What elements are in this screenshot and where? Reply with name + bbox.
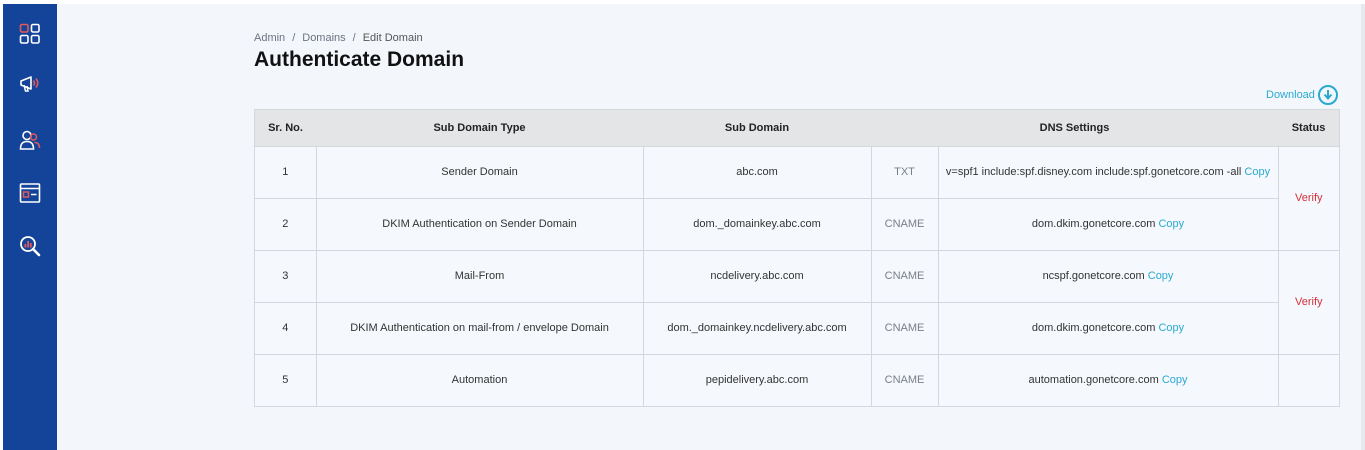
sidebar <box>3 4 57 450</box>
main-content: Admin / Domains / Edit Domain Authenticate D… <box>57 4 1361 450</box>
cell-record-type: CNAME <box>870 249 939 303</box>
cell-record-type: CNAME <box>870 301 939 355</box>
window-icon[interactable] <box>18 181 42 205</box>
verify-button[interactable]: Verify <box>1295 296 1323 308</box>
cell-record-type: CNAME <box>870 197 939 251</box>
dns-value-text: dom.dkim.gonetcore.com <box>1031 218 1156 230</box>
download-circle-icon <box>1317 85 1338 105</box>
header-dns-settings: DNS Settings <box>871 110 1278 146</box>
table-row: 2 DKIM Authentication on Sender Domain d… <box>255 197 1339 251</box>
cell-record-type: CNAME <box>870 353 939 406</box>
header-sr-no: Sr. No. <box>255 110 316 146</box>
copy-button[interactable]: Copy <box>1158 322 1184 334</box>
cell-sub-domain: ncdelivery.abc.com <box>642 249 872 303</box>
cell-dns-value: v=spf1 include:spf.disney.com include:sp… <box>937 145 1279 199</box>
breadcrumb-domains[interactable]: Domains <box>302 32 345 44</box>
cell-sub-domain: dom._domainkey.ncdelivery.abc.com <box>642 301 872 355</box>
users-icon[interactable] <box>18 128 42 152</box>
cell-dns-value: automation.gonetcore.com Copy <box>937 353 1279 406</box>
cell-sub-domain-type: Automation <box>315 353 644 406</box>
right-edge <box>1361 4 1365 450</box>
cell-dns-value: dom.dkim.gonetcore.com Copy <box>937 301 1278 355</box>
table-row: 4 DKIM Authentication on mail-from / env… <box>255 301 1339 355</box>
copy-button[interactable]: Copy <box>1148 270 1174 282</box>
cell-sub-domain-type: DKIM Authentication on mail-from / envel… <box>315 301 644 355</box>
cell-sub-domain: pepidelivery.abc.com <box>642 353 872 406</box>
header-sub-domain: Sub Domain <box>643 110 871 146</box>
breadcrumb-separator: / <box>292 32 296 44</box>
cell-sub-domain-type: Sender Domain <box>315 145 644 199</box>
table-row: 3 Mail-From ncdelivery.abc.com CNAME ncs… <box>255 249 1339 355</box>
breadcrumb-separator: / <box>352 32 356 44</box>
table-header-row: Sr. No. Sub Domain Type Sub Domain DNS S… <box>255 110 1339 146</box>
cell-sub-domain: dom._domainkey.abc.com <box>642 197 872 251</box>
cell-sub-domain-type: Mail-From <box>315 249 644 303</box>
cell-sr-no: 2 <box>255 197 317 251</box>
analytics-search-icon[interactable] <box>18 234 42 258</box>
download-label: Download <box>1266 89 1315 101</box>
download-button[interactable]: Download <box>1266 85 1338 105</box>
dns-value-text: automation.gonetcore.com <box>1028 374 1159 387</box>
dns-value-text: ncspf.gonetcore.com <box>1042 270 1145 282</box>
header-sub-domain-type: Sub Domain Type <box>316 110 643 146</box>
breadcrumb-admin[interactable]: Admin <box>254 32 285 44</box>
table-row: 1 Sender Domain abc.com TXT v=spf1 inclu… <box>255 145 1339 251</box>
cell-sr-no: 4 <box>255 301 317 355</box>
cell-sub-domain: abc.com <box>642 145 872 199</box>
cell-sr-no: 3 <box>255 249 317 303</box>
header-status: Status <box>1278 110 1339 146</box>
dns-value-text: v=spf1 include:spf.disney.com include:sp… <box>945 166 1242 178</box>
cell-status-empty <box>1277 353 1339 406</box>
cell-record-type: TXT <box>870 145 939 199</box>
page-title: Authenticate Domain <box>254 48 465 71</box>
copy-button[interactable]: Copy <box>1158 218 1184 230</box>
cell-status: Verify <box>1277 249 1339 355</box>
megaphone-icon[interactable] <box>18 72 42 96</box>
copy-button[interactable]: Copy <box>1244 166 1270 178</box>
dns-value-text: dom.dkim.gonetcore.com <box>1031 322 1156 334</box>
breadcrumb: Admin / Domains / Edit Domain <box>254 32 423 44</box>
dashboard-icon[interactable] <box>18 22 42 46</box>
breadcrumb-edit-domain: Edit Domain <box>362 32 423 44</box>
cell-dns-value: dom.dkim.gonetcore.com Copy <box>937 197 1278 251</box>
cell-sub-domain-type: DKIM Authentication on Sender Domain <box>315 197 644 251</box>
cell-sr-no: 5 <box>255 353 317 406</box>
cell-sr-no: 1 <box>255 145 317 199</box>
dns-table: Sr. No. Sub Domain Type Sub Domain DNS S… <box>254 109 1340 407</box>
table-row: 5 Automation pepidelivery.abc.com CNAME … <box>255 353 1339 406</box>
cell-status: Verify <box>1277 145 1339 251</box>
verify-button[interactable]: Verify <box>1295 192 1323 204</box>
cell-dns-value: ncspf.gonetcore.com Copy <box>937 249 1279 303</box>
copy-button[interactable]: Copy <box>1162 374 1188 386</box>
